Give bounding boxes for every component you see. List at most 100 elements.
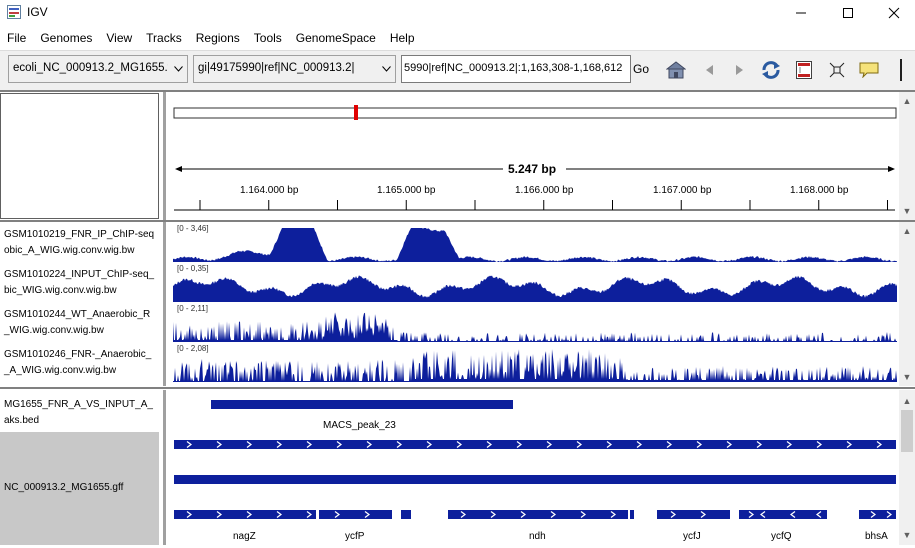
chromosome-dropdown[interactable]: gi|49175990|ref|NC_000913.2|	[193, 55, 396, 83]
menu-genomes[interactable]: Genomes	[33, 28, 99, 48]
genome-dropdown[interactable]: ecoli_NC_000913.2_MG1655.fa	[8, 55, 188, 83]
range-label-fnr-ip: [0 - 3,46]	[177, 224, 209, 233]
gene-label-nagZ: nagZ	[233, 531, 256, 542]
resize-to-window-icon[interactable]	[826, 59, 848, 81]
feature-tracks-panel[interactable]: MACS_peak_23 nagZ ycfP ndh ycfJ ycfQ bhs…	[173, 390, 899, 545]
data-tracks-panel[interactable]: [0 - 3,46] [0 - 0,35] [0 - 2,11] [0 - 2,…	[173, 222, 899, 386]
track-name-input-1[interactable]: GSM1010224_INPUT_ChIP-seq_	[4, 267, 154, 283]
span-arrow-right	[888, 166, 895, 172]
gene-ycfP	[319, 510, 392, 519]
track-wt-anaerobic-signal	[173, 312, 897, 342]
refresh-icon[interactable]	[760, 59, 782, 81]
chromosome-value: gi|49175990|ref|NC_000913.2|	[198, 62, 355, 74]
minor-ticks	[199, 200, 888, 210]
gene-nagZ	[174, 510, 316, 519]
igv-app-icon	[7, 5, 21, 19]
track-name-fnr-ip-2[interactable]: obic_A_WIG.wig.conv.wig.bw	[4, 243, 134, 259]
scroll-down-icon[interactable]: ▼	[899, 370, 915, 384]
scroll-down-icon[interactable]: ▼	[899, 204, 915, 218]
locus-field[interactable]	[401, 55, 631, 83]
scroll-up-icon[interactable]: ▲	[899, 94, 915, 108]
gene-label-bhsA: bhsA	[865, 531, 888, 542]
go-button[interactable]: Go	[631, 55, 651, 83]
bed-track-name-2: aks.bed	[4, 415, 40, 426]
macs-peak-feature	[211, 400, 513, 409]
track-fnr-minus-signal	[173, 349, 897, 382]
panel-divider[interactable]	[163, 222, 166, 386]
popup-text-icon[interactable]	[858, 59, 880, 81]
span-arrow-left	[175, 166, 182, 172]
tick-label-1167000: 1.167.000 bp	[653, 185, 712, 196]
feature-scrollbar[interactable]: ▲ ▼	[899, 390, 915, 545]
region-of-interest-icon[interactable]	[793, 59, 815, 81]
tick-label-1166000: 1.166.000 bp	[515, 185, 574, 196]
peak-label: MACS_peak_23	[323, 420, 396, 431]
current-locus-marker	[354, 105, 358, 120]
gene-label-ycfQ: ycfQ	[771, 531, 792, 542]
track-name-wt-1[interactable]: GSM1010244_WT_Anaerobic_R	[4, 307, 150, 323]
scroll-up-icon[interactable]: ▲	[899, 394, 915, 408]
minimize-icon[interactable]	[778, 0, 824, 26]
ruler-panel[interactable]: 5.247 bp 1.164.000 bp 1.165.000 bp 1.166…	[173, 92, 899, 220]
panel-divider[interactable]	[163, 92, 166, 220]
gene-label-ycfP: ycfP	[345, 531, 365, 542]
header-name-panel	[0, 93, 159, 219]
title-bar: IGV	[0, 0, 915, 26]
header-scrollbar[interactable]: ▲ ▼	[899, 92, 915, 220]
gff-name-row-selected[interactable]: NC_000913.2_MG1655.gff	[0, 432, 159, 545]
track-name-fnr-minus-2[interactable]: _A_WIG.wig.conv.wig.bw	[4, 363, 116, 379]
track-fnr-ip-signal	[173, 228, 897, 262]
chevron-down-icon	[377, 56, 395, 82]
bed-track-name-1: MG1655_FNR_A_VS_INPUT_A_	[4, 399, 153, 410]
scroll-up-icon[interactable]: ▲	[899, 224, 915, 238]
toolbar-grip	[900, 59, 902, 81]
span-label: 5.247 bp	[508, 162, 557, 176]
range-label-fnr-minus: [0 - 2,08]	[177, 344, 209, 353]
locus-input[interactable]	[402, 56, 630, 80]
feature-tracks-svg	[174, 400, 896, 519]
gene-ndh-end	[630, 510, 634, 519]
feature-separator	[0, 387, 915, 389]
gene-ndh	[448, 510, 628, 519]
gene-small	[401, 510, 411, 519]
range-label-input: [0 - 0,35]	[177, 264, 209, 273]
menu-bar: File Genomes View Tracks Regions Tools G…	[0, 28, 915, 48]
data-scrollbar[interactable]: ▲ ▼	[899, 222, 915, 386]
menu-genomespace[interactable]: GenomeSpace	[289, 28, 383, 48]
menu-view[interactable]: View	[99, 28, 139, 48]
back-arrow-icon[interactable]	[698, 59, 720, 81]
scroll-down-icon[interactable]: ▼	[899, 528, 915, 542]
data-tracks-svg	[173, 228, 897, 382]
close-icon[interactable]	[871, 0, 915, 26]
data-name-panel: GSM1010219_FNR_IP_ChIP-seq obic_A_WIG.wi…	[0, 222, 163, 386]
maximize-icon[interactable]	[825, 0, 871, 26]
menu-tools[interactable]: Tools	[247, 28, 289, 48]
menu-help[interactable]: Help	[383, 28, 422, 48]
menu-file[interactable]: File	[0, 28, 33, 48]
chevron-down-icon	[169, 56, 187, 82]
ruler-svg	[173, 105, 897, 211]
window-title: IGV	[27, 5, 48, 19]
gene-label-ndh: ndh	[529, 531, 546, 542]
track-name-fnr-ip-1[interactable]: GSM1010219_FNR_IP_ChIP-seq	[4, 227, 154, 243]
track-name-fnr-minus-1[interactable]: GSM1010246_FNR-_Anaerobic_	[4, 347, 151, 363]
track-name-input-2[interactable]: bic_WIG.wig.conv.wig.bw	[4, 283, 117, 299]
track-input-signal	[173, 275, 897, 302]
panel-divider[interactable]	[163, 390, 166, 545]
tick-label-1164000: 1.164.000 bp	[240, 185, 299, 196]
toolbar: ecoli_NC_000913.2_MG1655.fa gi|49175990|…	[0, 50, 915, 91]
gene-ycfJ	[657, 510, 730, 519]
tick-label-1168000: 1.168.000 bp	[790, 185, 849, 196]
bed-name-row[interactable]: MG1655_FNR_A_VS_INPUT_A_ aks.bed	[0, 390, 159, 432]
track-name-wt-2[interactable]: _WIG.wig.conv.wig.bw	[4, 323, 104, 339]
menu-tracks[interactable]: Tracks	[139, 28, 189, 48]
scroll-thumb[interactable]	[901, 410, 913, 452]
forward-arrow-icon[interactable]	[729, 59, 751, 81]
gene-label-ycfJ: ycfJ	[683, 531, 701, 542]
tick-label-1165000: 1.165.000 bp	[377, 185, 436, 196]
gff-gene-bar-row2	[174, 475, 896, 484]
home-icon[interactable]	[665, 59, 687, 81]
menu-regions[interactable]: Regions	[189, 28, 247, 48]
genome-value: ecoli_NC_000913.2_MG1655.fa	[13, 62, 168, 74]
range-label-wt: [0 - 2,11]	[177, 304, 208, 313]
